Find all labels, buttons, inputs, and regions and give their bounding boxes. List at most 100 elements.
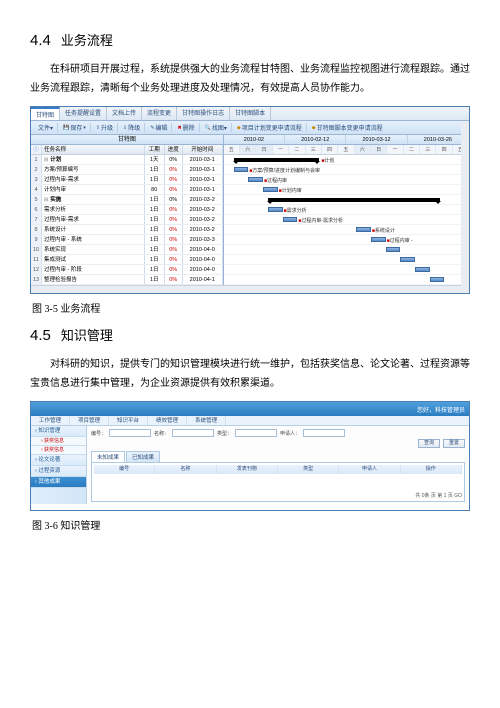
edit-button[interactable]: ✎编辑 bbox=[146, 123, 172, 132]
delete-button[interactable]: ✖删除 bbox=[173, 123, 199, 132]
km-pager[interactable]: 共 0条 页 第 1 页 GO bbox=[94, 492, 462, 499]
km-menu-item[interactable]: 项目管理 bbox=[70, 416, 109, 425]
km-sub-tab[interactable]: 已知成果 bbox=[126, 451, 160, 462]
script-change-button[interactable]: ◆甘特图脚本变更申请流程 bbox=[308, 123, 387, 132]
day-header: 日 bbox=[371, 145, 387, 154]
gantt-bar[interactable]: ■计划 bbox=[234, 158, 320, 162]
task-row[interactable]: 4计划内审800%2010-03-1 bbox=[31, 185, 223, 195]
gantt-bar[interactable] bbox=[386, 247, 401, 252]
task-row[interactable]: 9过程内审 - 系统1日0%2010-03-3 bbox=[31, 235, 223, 245]
horizontal-scrollbar[interactable] bbox=[31, 285, 469, 293]
km-menu-item[interactable]: 系统管理 bbox=[187, 416, 226, 425]
figure-3-5-caption: 图 3-5 业务流程 bbox=[32, 300, 470, 315]
gantt-bar[interactable]: ■计划内审 bbox=[263, 187, 278, 192]
day-header: 六 bbox=[355, 145, 371, 154]
x-icon: ✖ bbox=[177, 125, 181, 131]
task-row[interactable]: 1⊟计划1天0%2010-03-1 bbox=[31, 155, 223, 165]
figure-3-6-caption: 图 3-6 知识管理 bbox=[32, 517, 470, 532]
gantt-bar[interactable]: ■过程内审 bbox=[248, 177, 263, 182]
input-code[interactable] bbox=[109, 429, 151, 437]
section-45-heading: 4.5 知识管理 bbox=[30, 325, 470, 345]
section-44-heading: 4.4 业务流程 bbox=[30, 30, 470, 50]
km-col-header: 申请人 bbox=[339, 465, 400, 474]
promote-button[interactable]: ⇧升级 bbox=[92, 123, 118, 132]
gantt-tab[interactable]: 甘特图操作日志 bbox=[177, 107, 230, 120]
gantt-tab[interactable]: 甘特图脚本 bbox=[230, 107, 271, 120]
info-icon: ⓘ bbox=[31, 145, 42, 154]
km-sidebar-item[interactable]: › 过程资源 bbox=[31, 466, 86, 477]
bar-label: ■方案/预算/进度计划编制与会审 bbox=[249, 167, 320, 174]
sec-44-body: 在科研项目开展过程，系统提供强大的业务流程甘特图、业务流程监控视图进行流程跟踪。… bbox=[30, 60, 470, 98]
km-sidebar-item[interactable]: › 获奖信息 bbox=[31, 437, 86, 446]
day-header: 一 bbox=[273, 145, 289, 154]
lbl-name: 名称： bbox=[154, 430, 169, 437]
gantt-row: ■过程内审 bbox=[224, 175, 469, 185]
task-row[interactable]: 5⊟实施1日0%2010-03-2 bbox=[31, 195, 223, 205]
arrow-down-icon: ⇩ bbox=[123, 125, 127, 131]
task-row[interactable]: 11集成测试1日0%2010-04-0 bbox=[31, 255, 223, 265]
day-header: 二 bbox=[289, 145, 305, 154]
sec-44-num: 4.4 bbox=[30, 32, 51, 49]
gantt-bar[interactable]: ■过程内审-需求分析 bbox=[283, 217, 298, 222]
km-col-header: 发表刊物 bbox=[217, 465, 278, 474]
gantt-row: ■过程内审-需求分析 bbox=[224, 215, 469, 225]
gantt-tab[interactable]: 流程变更 bbox=[142, 107, 177, 120]
task-row[interactable]: 12过程内审 - 阶段1日0%2010-04-0 bbox=[31, 265, 223, 275]
task-panel: 甘特图 ⓘ 任务名称 工期 进度 开始时间 1⊟计划1天0%2010-03-12… bbox=[31, 135, 224, 285]
task-row[interactable]: 10系统实现1日0%2010-04-0 bbox=[31, 245, 223, 255]
plan-change-button[interactable]: ◆项目计划变更申请流程 bbox=[233, 123, 307, 132]
km-menu-item[interactable]: 绩效管理 bbox=[148, 416, 187, 425]
km-sidebar-item[interactable]: › 知识管理 bbox=[31, 426, 86, 437]
input-type[interactable] bbox=[235, 429, 277, 437]
vertical-scrollbar[interactable] bbox=[461, 121, 469, 293]
input-name[interactable] bbox=[172, 429, 214, 437]
bar-label: ■过程内审 bbox=[264, 177, 287, 184]
task-row[interactable]: 7过程内审-需求1日0%2010-03-2 bbox=[31, 215, 223, 225]
gantt-bar[interactable]: ■过程内审 - bbox=[371, 237, 386, 242]
file-menu[interactable]: 文件▾ bbox=[34, 123, 58, 132]
gantt-bar[interactable] bbox=[400, 257, 415, 262]
km-sub-tab[interactable]: 未知成果 bbox=[91, 451, 125, 462]
gantt-row: ■需求分析 bbox=[224, 205, 469, 215]
lbl-type: 类型： bbox=[217, 430, 232, 437]
gantt-screenshot: 甘特图任务提醒设置文档上传流程变更甘特图操作日志甘特图脚本 文件▾ 💾保存▾ ⇧… bbox=[30, 106, 470, 294]
day-header: 四 bbox=[436, 145, 452, 154]
km-sidebar-item[interactable]: › 获奖信息 bbox=[31, 446, 86, 455]
task-row[interactable]: 3过程内审-需求1日0%2010-03-1 bbox=[31, 175, 223, 185]
search-button[interactable]: 查询 bbox=[418, 439, 440, 448]
gantt-tab[interactable]: 文档上传 bbox=[107, 107, 142, 120]
gantt-bar[interactable]: ■方案/预算/进度计划编制与会审 bbox=[234, 167, 249, 172]
task-row[interactable]: 13整理检验报告1日0%2010-04-1 bbox=[31, 275, 223, 285]
gantt-bar[interactable] bbox=[415, 267, 430, 272]
gantt-chart-panel: 2010-022010-02-122010-03-122010-03-26 五六… bbox=[224, 135, 469, 285]
km-menu-item[interactable]: 工作管理 bbox=[31, 416, 70, 425]
bar-label: ■需求分析 bbox=[284, 207, 307, 214]
km-sidebar-item[interactable]: › 论文论著 bbox=[31, 455, 86, 466]
demote-button[interactable]: ⇩降级 bbox=[119, 123, 145, 132]
reset-button[interactable]: 重置 bbox=[443, 439, 465, 448]
bar-label: ■计划内审 bbox=[279, 187, 302, 194]
find-button[interactable]: 🔍找图▾ bbox=[201, 123, 232, 132]
km-sidebar: › 知识管理› 获奖信息› 获奖信息› 论文论著› 过程资源› 其他成果 bbox=[31, 426, 87, 504]
save-button[interactable]: 💾保存▾ bbox=[59, 123, 91, 132]
km-sidebar-item[interactable]: › 其他成果 bbox=[31, 477, 86, 488]
gantt-row bbox=[224, 275, 469, 285]
task-row[interactable]: 8系统设计1日0%2010-03-2 bbox=[31, 225, 223, 235]
gantt-bar[interactable]: ■需求分析 bbox=[268, 207, 283, 212]
task-row[interactable]: 6需求分析1日0%2010-03-2 bbox=[31, 205, 223, 215]
lbl-code: 编号： bbox=[91, 430, 106, 437]
gantt-bar[interactable] bbox=[268, 198, 440, 202]
gantt-bar[interactable]: ■系统设计 bbox=[356, 227, 371, 232]
km-menu-item[interactable]: 知识平台 bbox=[109, 416, 148, 425]
gantt-tab[interactable]: 任务提醒设置 bbox=[60, 107, 107, 120]
gantt-row: ■方案/预算/进度计划编制与会审 bbox=[224, 165, 469, 175]
gantt-row: ■过程内审 - bbox=[224, 235, 469, 245]
col-progress: 进度 bbox=[165, 145, 183, 154]
sec-45-title: 知识管理 bbox=[61, 328, 113, 343]
gantt-tab[interactable]: 甘特图 bbox=[31, 107, 60, 120]
input-applicant[interactable] bbox=[303, 429, 345, 437]
km-col-header: 名称 bbox=[155, 465, 216, 474]
chevron-down-icon: ▾ bbox=[83, 125, 86, 131]
task-row[interactable]: 2方案/预算编写1日0%2010-03-1 bbox=[31, 165, 223, 175]
gantt-bar[interactable] bbox=[430, 277, 445, 282]
